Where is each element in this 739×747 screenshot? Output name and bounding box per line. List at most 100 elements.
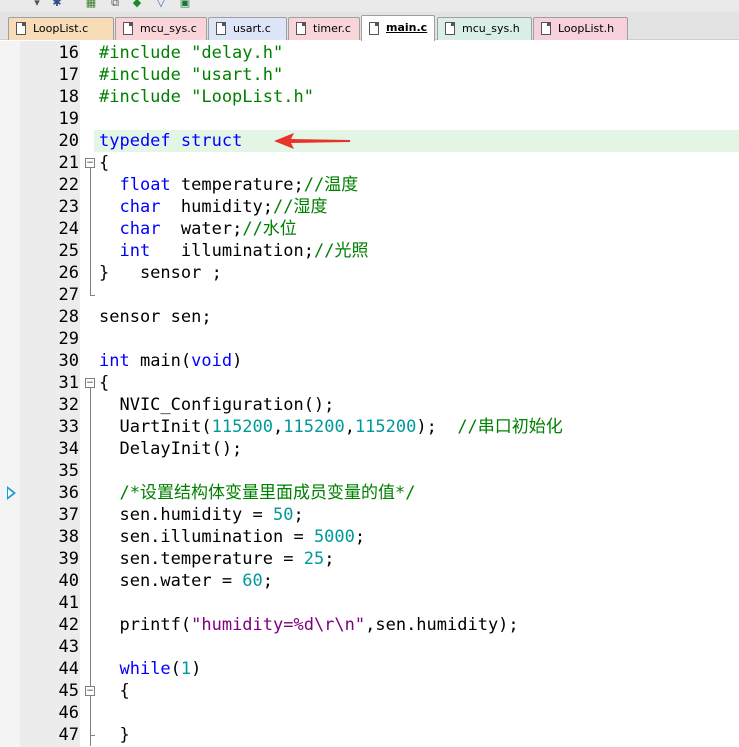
code-line[interactable]: char water;//水位 (99, 218, 296, 240)
file-icon (123, 22, 133, 35)
code-token: //光照 (313, 241, 369, 261)
line-number: 39 (58, 549, 79, 569)
tab-label: usart.c (233, 22, 271, 35)
code-line[interactable]: DelayInit(); (99, 438, 242, 460)
bookmark-arrow-icon[interactable] (7, 486, 16, 500)
toolbar-filter-icon[interactable]: ▽ (154, 0, 168, 9)
code-token: DelayInit(); (99, 439, 243, 459)
code-line[interactable]: float temperature;//温度 (99, 174, 358, 196)
line-number: 29 (58, 329, 79, 349)
tab-bar: LoopList.c mcu_sys.c usart.c timer.c main.c m… (0, 12, 739, 41)
tab-mcu-sys-h[interactable]: mcu_sys.h (437, 17, 532, 40)
code-token: 5000 (313, 527, 355, 547)
code-token: #include "LoopList.h" (99, 87, 314, 107)
toolbar-copy-icon[interactable]: ⧉ (108, 0, 122, 9)
code-line[interactable]: { (99, 372, 109, 394)
tab-timer-c[interactable]: timer.c (288, 17, 360, 40)
code-token: char (119, 197, 161, 217)
code-editor[interactable]: 16 #include "delay.h" 17 #include "usart.h"… (0, 41, 739, 747)
fold-toggle-icon[interactable]: − (85, 158, 95, 168)
code-token: , (344, 417, 355, 437)
code-line[interactable]: #include "LoopList.h" (99, 86, 314, 108)
line-number: 17 (58, 65, 79, 85)
code-token: //湿度 (273, 197, 328, 217)
toolbar-dropdown-icon[interactable]: ▾ (30, 0, 44, 9)
file-icon (16, 22, 26, 35)
tab-main-c[interactable]: main.c (361, 15, 435, 41)
code-line[interactable]: } sensor ; (99, 262, 222, 284)
line-number: 23 (58, 197, 79, 217)
line-number: 45 (58, 681, 79, 701)
code-line[interactable]: #include "usart.h" (99, 64, 283, 86)
tab-looplist-c[interactable]: LoopList.c (8, 17, 114, 40)
code-token: illumination; (150, 241, 314, 261)
tab-label: LoopList.c (33, 22, 89, 35)
file-icon (369, 22, 379, 35)
code-line[interactable]: { (99, 680, 129, 702)
code-token: ,sen.humidity); (365, 615, 519, 635)
code-token: sen.water = (99, 571, 243, 591)
code-line[interactable]: sen.humidity = 50; (99, 504, 303, 526)
fold-toggle-icon[interactable]: − (85, 686, 95, 696)
code-token: sensor sen; (99, 307, 212, 327)
code-token: 1 (180, 659, 192, 679)
fold-toggle-icon[interactable]: − (85, 378, 95, 388)
code-line[interactable]: char humidity;//湿度 (99, 196, 328, 218)
tab-usart-c[interactable]: usart.c (208, 17, 287, 40)
toolbar-build-icon[interactable]: ▦ (84, 0, 98, 9)
tab-mcu-sys-c[interactable]: mcu_sys.c (115, 17, 207, 40)
line-number: 32 (58, 395, 79, 415)
code-line[interactable]: } (99, 724, 129, 746)
toolbar-settings-icon[interactable]: ✱ (50, 0, 64, 9)
file-icon (296, 22, 306, 35)
line-number: 35 (58, 461, 79, 481)
fold-margin[interactable] (80, 41, 94, 747)
tab-label: main.c (386, 21, 428, 34)
code-token: , (273, 417, 284, 437)
tab-looplist-h[interactable]: LoopList.h (533, 17, 628, 40)
fold-guide-line (90, 168, 91, 295)
code-token: UartInit( (99, 417, 212, 437)
code-line[interactable]: { (99, 152, 109, 174)
toolbar-image-icon[interactable]: ▣ (178, 0, 192, 9)
code-token: ; (324, 549, 335, 569)
code-token: //温度 (303, 175, 359, 195)
code-token: 25 (303, 549, 325, 569)
line-number: 28 (58, 307, 79, 327)
fold-end-mark (90, 295, 95, 296)
line-number: 44 (58, 659, 79, 679)
code-token: /*设置结构体变量里面成员变量的值*/ (119, 483, 416, 503)
bookmark-margin[interactable] (0, 41, 20, 747)
code-line[interactable]: while(1) (99, 658, 201, 680)
toolbar: ▾ ✱ ▦ ⧉ ◆ ▽ ▣ (0, 0, 739, 12)
code-token: sen.temperature = (99, 549, 304, 569)
line-number: 37 (58, 505, 79, 525)
code-line[interactable]: UartInit(115200,115200,115200); //串口初始化 (99, 416, 562, 438)
line-number: 41 (58, 593, 79, 613)
code-line[interactable]: sen.temperature = 25; (99, 548, 334, 570)
tab-label: mcu_sys.h (462, 22, 520, 35)
code-line[interactable]: typedef struct (99, 130, 242, 152)
line-number: 43 (58, 637, 79, 657)
code-line[interactable]: #include "delay.h" (99, 42, 283, 64)
code-line[interactable]: printf("humidity=%d\r\n",sen.humidity); (99, 614, 519, 636)
line-number: 25 (58, 241, 79, 261)
toolbar-download-icon[interactable]: ◆ (130, 0, 144, 9)
tab-label: LoopList.h (558, 22, 615, 35)
code-line[interactable]: int main(void) (99, 350, 242, 372)
code-line[interactable]: sensor sen; (99, 306, 212, 328)
code-line[interactable]: sen.illumination = 5000; (99, 526, 365, 548)
line-number: 19 (58, 109, 79, 129)
line-number: 18 (58, 87, 79, 107)
code-line[interactable]: sen.water = 60; (99, 570, 273, 592)
code-token: 115200 (283, 417, 345, 437)
code-line[interactable]: /*设置结构体变量里面成员变量的值*/ (99, 482, 415, 504)
code-line[interactable]: NVIC_Configuration(); (99, 394, 334, 416)
line-number: 20 (58, 131, 79, 151)
line-number: 42 (58, 615, 79, 635)
code-line[interactable]: int illumination;//光照 (99, 240, 368, 262)
